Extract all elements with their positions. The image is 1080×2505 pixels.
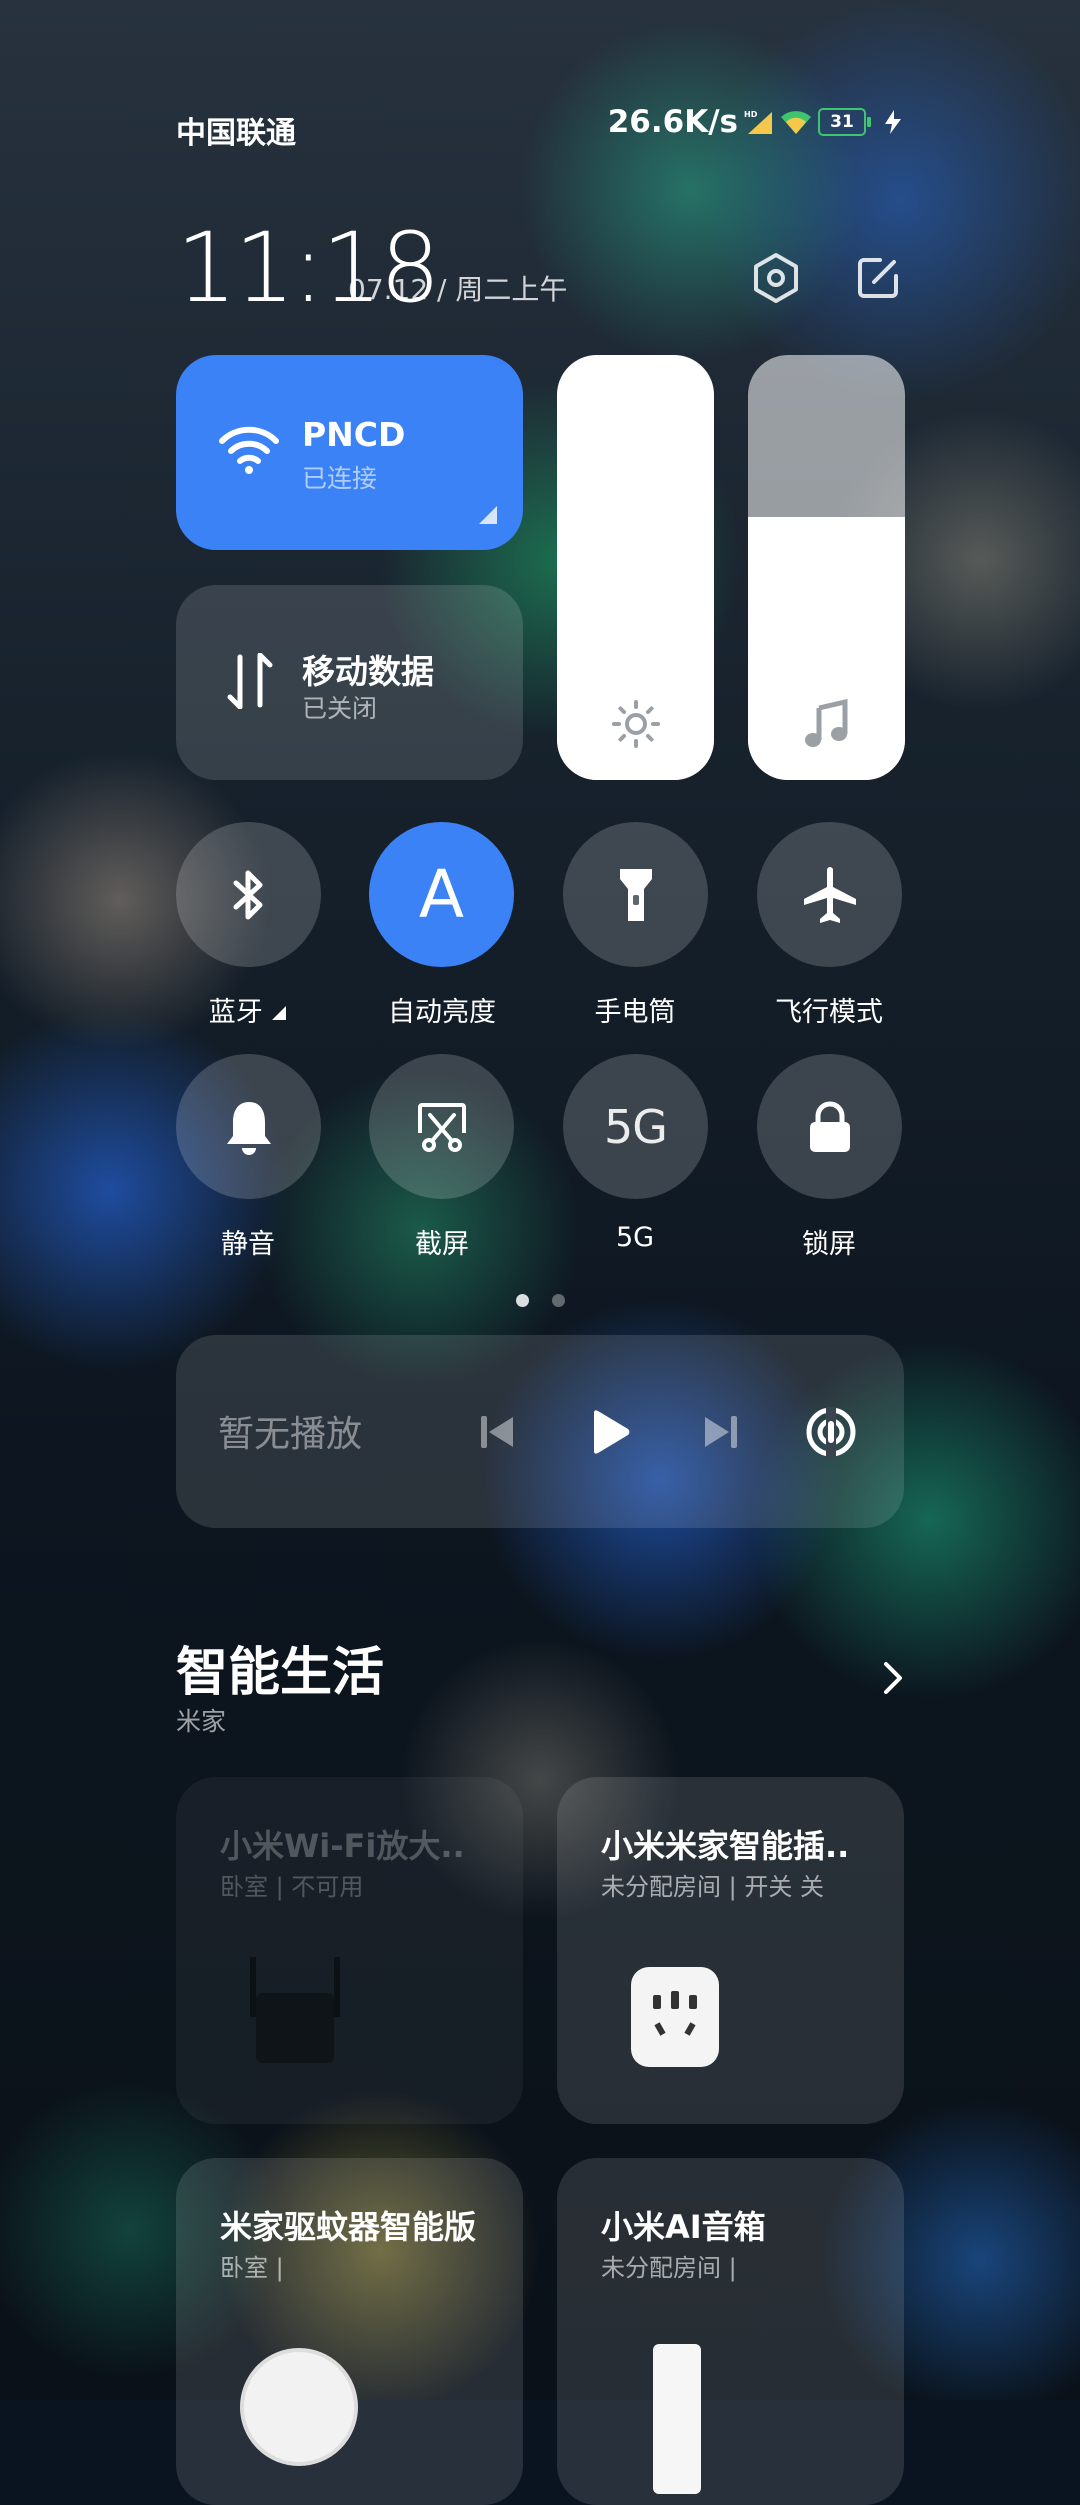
next-track-icon[interactable]: [702, 1413, 740, 1451]
bluetooth-label-wrap: 蓝牙: [148, 990, 348, 1029]
bell-icon: [226, 1101, 271, 1155]
mobile-data-tile[interactable]: 移动数据 已关闭: [176, 585, 523, 780]
wifi-network-name: PNCD: [302, 415, 406, 454]
device-card-smart-plug[interactable]: 小米米家智能插.. 未分配房间 | 开关 关: [557, 1777, 904, 2124]
5g-icon: 5G: [604, 1099, 668, 1154]
volume-slider[interactable]: [748, 355, 905, 780]
lock-icon: [809, 1101, 850, 1152]
device-meta: 卧室 |: [220, 2254, 284, 2282]
battery-icon: 31: [818, 108, 871, 136]
device-name: 米家驱蚊器智能版: [220, 2208, 477, 2246]
device-card-wifi-extender[interactable]: 小米Wi-Fi放大.. 卧室 | 不可用: [176, 1777, 523, 2124]
mute-toggle[interactable]: [176, 1054, 321, 1199]
wifi-status-icon: [781, 111, 811, 134]
chevron-right-icon[interactable]: [880, 1660, 906, 1696]
device-card-ai-speaker[interactable]: 小米AI音箱 未分配房间 |: [557, 2158, 904, 2505]
smart-plug-image: [631, 1967, 719, 2067]
airplane-label: 飞行模式: [775, 997, 883, 1028]
bluetooth-label: 蓝牙: [208, 997, 263, 1028]
mobile-data-status: 已关闭: [302, 694, 378, 723]
wifi-icon: [219, 426, 279, 474]
ai-speaker-image: [653, 2344, 701, 2494]
wifi-extender-image: [250, 1957, 340, 2067]
settings-hexagon-icon: [754, 253, 798, 303]
flashlight-label: 手电筒: [594, 997, 676, 1028]
smart-life-title: 智能生活: [176, 1643, 385, 1703]
network-speed: 26.6K/s: [607, 104, 738, 140]
expand-corner-icon[interactable]: [271, 1005, 287, 1021]
wallpaper-blur: [0, 0, 1080, 2400]
airplane-toggle[interactable]: [757, 822, 902, 967]
signal-icon: HD: [744, 110, 772, 134]
status-bar: 中国联通 26.6K/s HD 31: [176, 104, 904, 151]
audio-output-icon[interactable]: [804, 1405, 858, 1459]
auto-brightness-icon: A: [418, 856, 465, 933]
screenshot-icon: [417, 1102, 466, 1152]
device-card-mosquito-repeller[interactable]: 米家驱蚊器智能版 卧室 |: [176, 2158, 523, 2505]
screenshot-label: 截屏: [415, 1229, 469, 1260]
battery-level: 31: [830, 112, 854, 132]
page-indicator: [516, 1292, 566, 1311]
mobile-data-title: 移动数据: [302, 652, 434, 691]
smart-life-subtitle: 米家: [176, 1707, 227, 1736]
mobile-data-icon: [227, 653, 273, 709]
device-name: 小米AI音箱: [601, 2208, 766, 2246]
wifi-tile[interactable]: PNCD 已连接: [176, 355, 523, 550]
bluetooth-icon: [233, 870, 262, 919]
wifi-status: 已连接: [302, 464, 378, 493]
device-meta: 未分配房间 | 开关 关: [601, 1873, 824, 1901]
previous-track-icon[interactable]: [478, 1413, 516, 1451]
auto-brightness-label: 自动亮度: [388, 997, 496, 1028]
screenshot-toggle[interactable]: [369, 1054, 514, 1199]
mosquito-repeller-image: [240, 2348, 358, 2466]
play-icon[interactable]: [590, 1409, 632, 1455]
flashlight-icon: [619, 868, 652, 921]
device-meta: 未分配房间 |: [601, 2254, 737, 2282]
brightness-sun-icon: [611, 700, 660, 748]
mute-label: 静音: [221, 1229, 275, 1260]
device-name: 小米Wi-Fi放大..: [220, 1827, 465, 1865]
expand-corner-icon[interactable]: [477, 504, 499, 526]
music-note-icon: [804, 698, 847, 747]
edit-button[interactable]: [850, 250, 906, 310]
auto-brightness-toggle[interactable]: A: [369, 822, 514, 967]
status-icons: 26.6K/s HD 31: [608, 104, 904, 140]
now-playing-text: 暂无播放: [218, 1414, 363, 1455]
device-meta: 卧室 | 不可用: [220, 1873, 364, 1901]
charging-icon: [885, 110, 901, 134]
device-name: 小米米家智能插..: [601, 1827, 850, 1865]
settings-button[interactable]: [748, 250, 804, 310]
date-text: 07.12 / 周二上午: [348, 273, 568, 306]
edit-icon: [858, 258, 898, 298]
lock-screen-label: 锁屏: [802, 1229, 856, 1260]
flashlight-toggle[interactable]: [563, 822, 708, 967]
brightness-slider[interactable]: [557, 355, 714, 780]
bluetooth-toggle[interactable]: [176, 822, 321, 967]
media-player-card[interactable]: 暂无播放: [176, 1335, 904, 1528]
page-dot-active[interactable]: [516, 1294, 529, 1307]
carrier-name: 中国联通: [176, 116, 296, 151]
airplane-icon: [803, 866, 856, 923]
5g-toggle[interactable]: 5G: [563, 1054, 708, 1199]
page-dot[interactable]: [552, 1294, 566, 1307]
svg-text:HD: HD: [744, 110, 758, 119]
lock-screen-toggle[interactable]: [757, 1054, 902, 1199]
5g-label: 5G: [615, 1222, 655, 1253]
